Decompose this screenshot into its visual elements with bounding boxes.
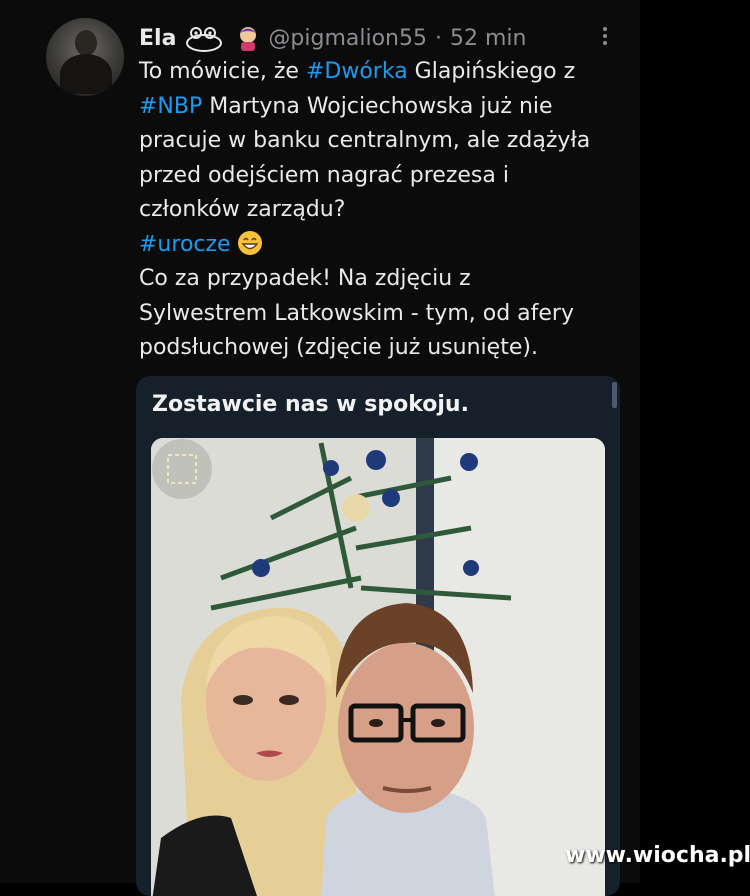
tweet-text-segment: Martyna Wojciechowska już nie [202, 93, 553, 119]
tweet-photo[interactable] [151, 438, 605, 896]
photo-illustration [151, 438, 605, 896]
grinning-face-icon [237, 230, 262, 255]
tweet-text-line: członków zarządu? [139, 193, 629, 228]
tweet-text-line: Co za przypadek! Na zdjęciu z [139, 262, 629, 297]
user-handle[interactable]: @pigmalion55 [268, 26, 427, 51]
tweet-text-segment: członków zarządu? [139, 197, 346, 222]
tweet-text-line: #NBP Martyna Wojciechowska już nie [139, 90, 629, 125]
tweet-text-segment: Glapińskiego z [407, 59, 576, 84]
tweet-text-segment: Sylwestrem Latkowskim - tym, od afery [139, 300, 574, 326]
tweet-text-line: podsłuchowej (zdjęcie już usunięte). [139, 331, 629, 366]
hashtag-link[interactable]: #NBP [139, 94, 202, 119]
hashtag-link[interactable]: #urocze [139, 232, 231, 257]
tweet-text-segment: Co za przypadek! Na zdjęciu z [139, 266, 471, 291]
tweet-text-line: Sylwestrem Latkowskim - tym, od afery [139, 297, 629, 332]
display-name[interactable]: Ela [139, 26, 176, 51]
tweet-container: Ela @pigmalion55 · 52 min To mówicie, że… [0, 0, 640, 896]
avatar[interactable] [46, 18, 124, 96]
tweet-text: To mówicie, że #Dwórka Glapińskiego z #NB… [139, 55, 629, 366]
expand-media-icon[interactable] [151, 438, 213, 500]
tweet-text-line: pracuje w banku centralnym, ale zdążyła [139, 124, 629, 159]
tweet-text-line: To mówicie, że #Dwórka Glapińskiego z [139, 55, 629, 90]
avatar-head-shape [75, 30, 97, 56]
tweet-text-segment: To mówicie, że [139, 59, 306, 84]
tweet-header: Ela @pigmalion55 · 52 min [139, 21, 526, 55]
avatar-body-shape [60, 54, 112, 94]
tweet-text-line: przed odejściem nagrać prezesa i [139, 159, 629, 194]
pig-emoji-icon [240, 27, 257, 51]
hashtag-link[interactable]: #Dwórka [306, 59, 408, 84]
tweet-text-segment: podsłuchowej (zdjęcie już usunięte). [139, 335, 538, 360]
tweet-text-segment: przed odejściem nagrać prezesa i [139, 162, 509, 188]
frog-emoji-icon [186, 27, 223, 52]
quoted-tweet[interactable]: Zostawcie nas w spokoju. [136, 376, 620, 896]
header-separator: · [435, 25, 442, 51]
tweet-text-segment: pracuje w banku centralnym, ale zdążyła [139, 128, 591, 153]
tweet-text-line: #urocze [139, 228, 629, 263]
quoted-tweet-text: Zostawcie nas w spokoju. [152, 392, 469, 417]
scrollbar[interactable] [612, 382, 617, 408]
tweet-timestamp[interactable]: 52 min [450, 26, 526, 51]
more-options-icon[interactable] [598, 24, 612, 48]
watermark: www.wiocha.pl [565, 843, 750, 868]
